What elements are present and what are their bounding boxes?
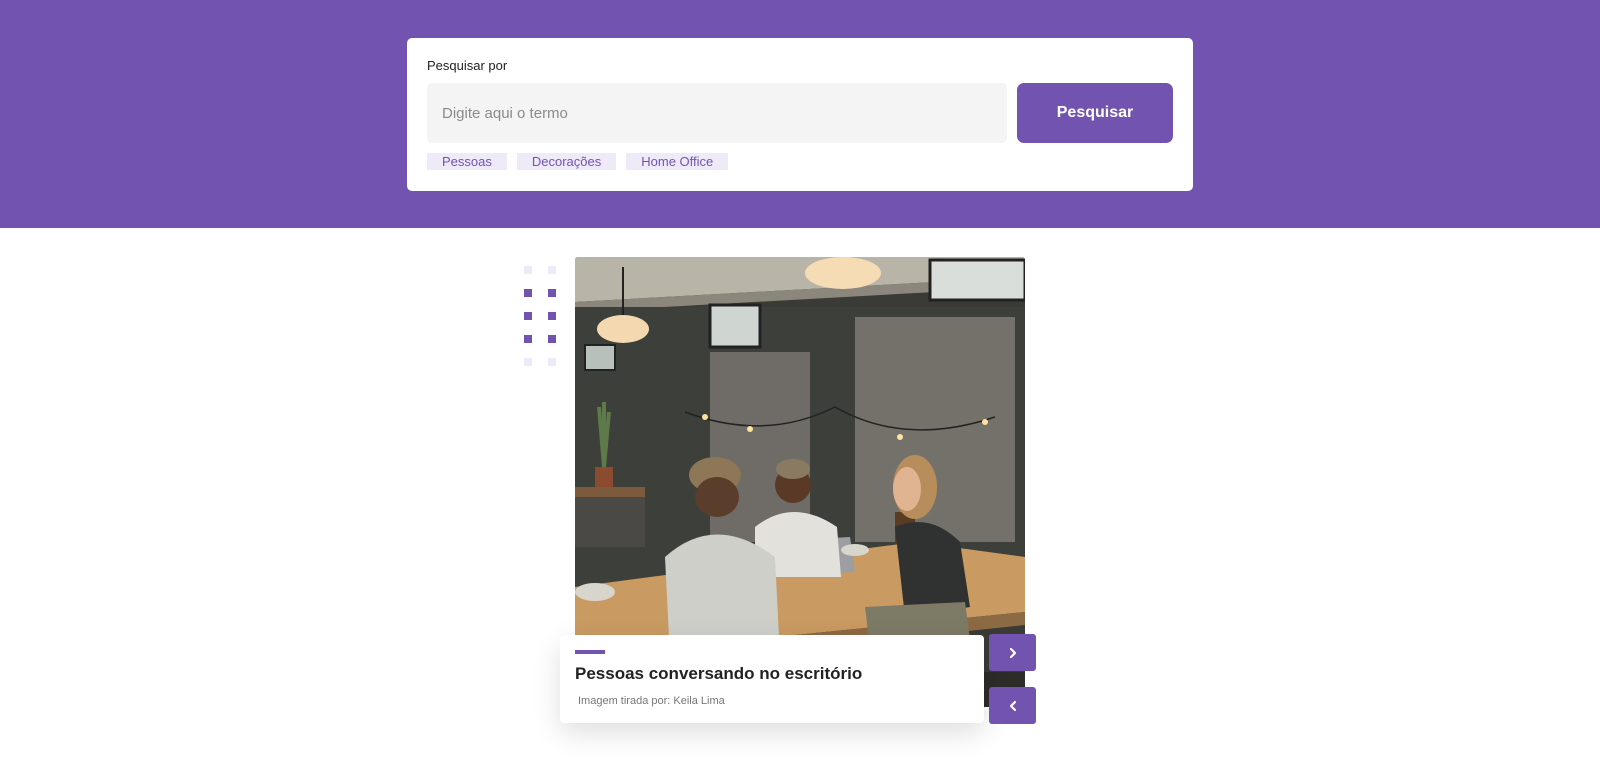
dot (524, 358, 532, 366)
chevron-left-icon (1009, 700, 1016, 711)
search-button[interactable]: Pesquisar (1017, 83, 1173, 143)
slide-credit: Imagem tirada por: Keila Lima (578, 695, 725, 707)
tag-list: Pessoas Decorações Home Office (427, 153, 729, 170)
tag-pessoas[interactable]: Pessoas (427, 153, 507, 170)
search-input[interactable] (427, 83, 1007, 143)
search-label: Pesquisar por (427, 58, 508, 73)
dot (548, 289, 556, 297)
next-slide-button[interactable] (989, 634, 1036, 671)
dot (524, 266, 532, 274)
dot (548, 266, 556, 274)
dot (524, 335, 532, 343)
hero-banner: Pesquisar por Pesquisar Pessoas Decoraçõ… (0, 0, 1600, 228)
slide-title: Pessoas conversando no escritório (575, 664, 863, 683)
slide-caption-card: Pessoas conversando no escritório Imagem… (560, 635, 984, 723)
tag-home-office[interactable]: Home Office (626, 153, 729, 170)
search-card: Pesquisar por Pesquisar Pessoas Decoraçõ… (407, 38, 1193, 191)
dot (524, 289, 532, 297)
dot (548, 335, 556, 343)
dot (548, 358, 556, 366)
dot (524, 312, 532, 320)
caption-accent-bar (575, 650, 605, 654)
tag-decoracoes[interactable]: Decorações (516, 153, 617, 170)
decorative-dot-grid (524, 266, 556, 368)
chevron-right-icon (1009, 647, 1016, 658)
dot (548, 312, 556, 320)
prev-slide-button[interactable] (989, 687, 1036, 724)
